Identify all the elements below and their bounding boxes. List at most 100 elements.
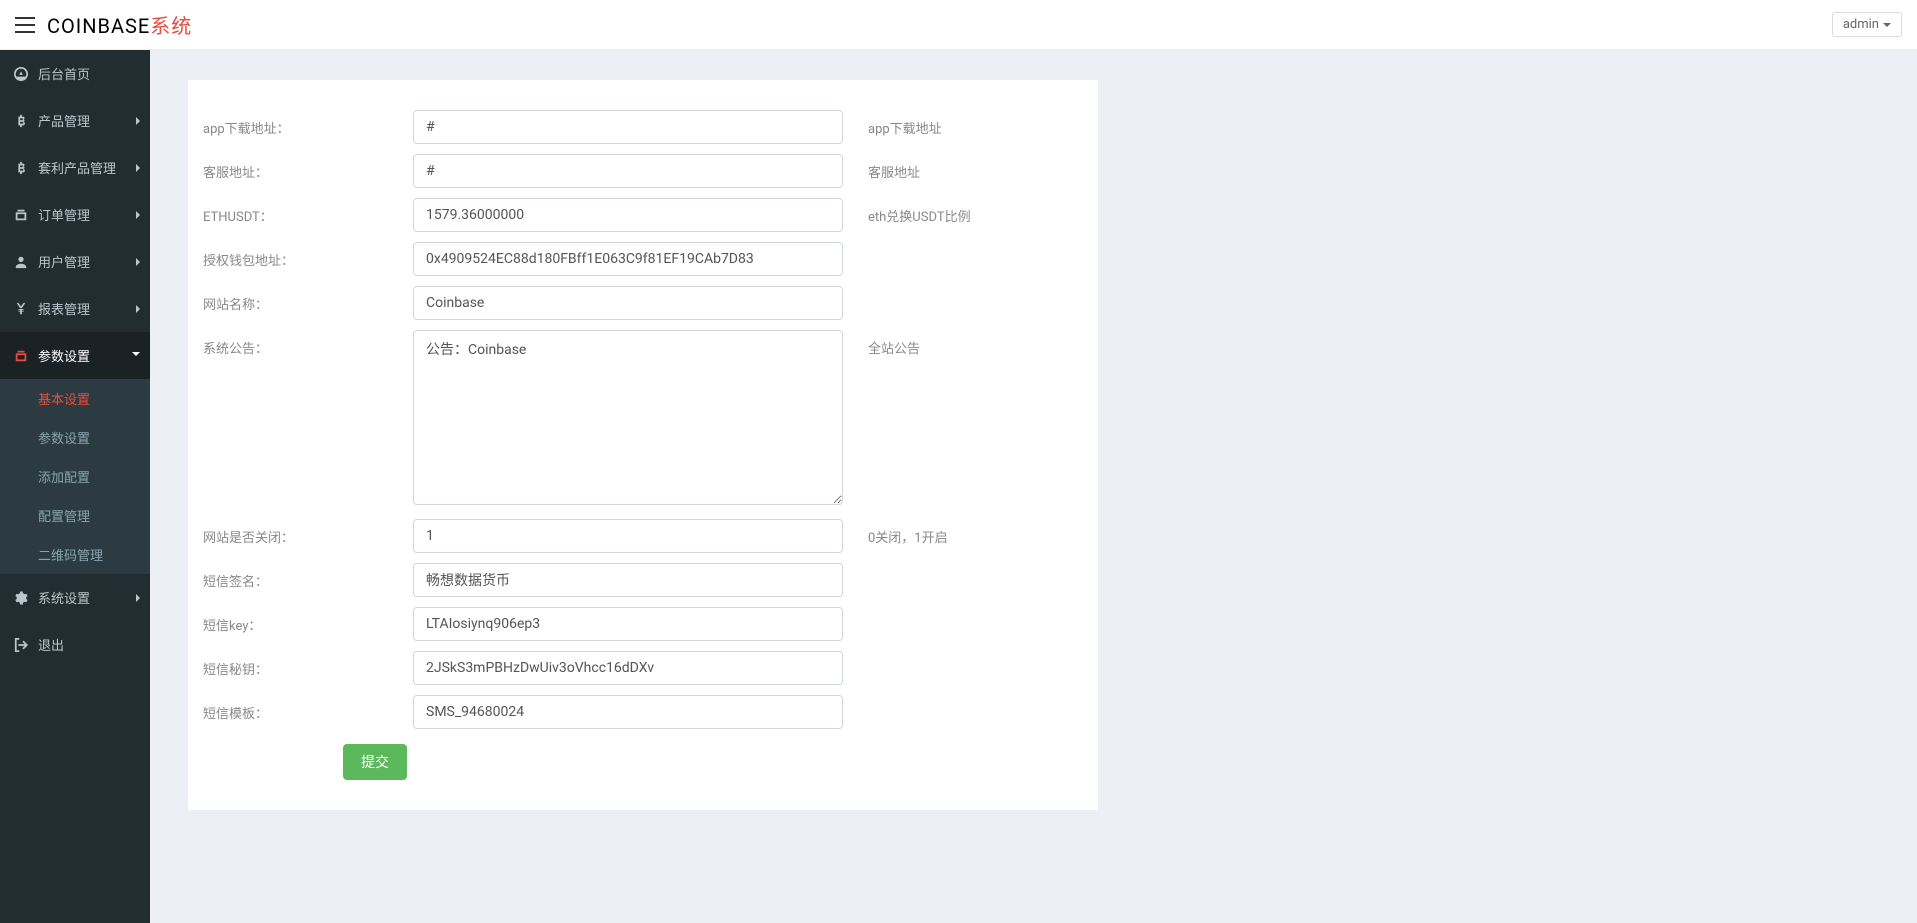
form-input-2[interactable] [413,198,843,232]
form-row-8: 短信key： [203,607,1083,641]
sidebar: 后台首页产品管理套利产品管理订单管理用户管理报表管理参数设置基本设置参数设置添加… [0,50,150,923]
form-input-7[interactable] [413,563,843,597]
form-input-wrap [413,242,843,276]
sidebar-item-label: 退出 [38,635,64,654]
sidebar-item-6[interactable]: 参数设置 [0,332,150,379]
form-help: 全站公告 [843,330,920,357]
sidebar-item-label: 系统设置 [38,588,90,607]
form-input-4[interactable] [413,286,843,320]
form-help: app下载地址 [843,110,942,137]
form-input-wrap [413,286,843,320]
form-input-6[interactable] [413,519,843,553]
bitcoin-icon [12,161,30,175]
hamburger-icon[interactable] [15,17,35,33]
header-left: COINBASE系统 [15,10,192,39]
chevron-right-icon [136,305,140,313]
chevron-right-icon [136,594,140,602]
chevron-right-icon [136,164,140,172]
sidebar-item-3[interactable]: 订单管理 [0,191,150,238]
sidebar-item-7[interactable]: 系统设置 [0,574,150,621]
form-label: 系统公告： [203,330,413,357]
submenu-item-0[interactable]: 基本设置 [0,379,150,418]
form-label: 短信模板： [203,695,413,722]
header-right: admin [1832,12,1902,37]
sidebar-item-4[interactable]: 用户管理 [0,238,150,285]
form-input-1[interactable] [413,154,843,188]
cogs-icon [12,591,30,605]
sidebar-item-2[interactable]: 套利产品管理 [0,144,150,191]
submenu: 基本设置参数设置添加配置配置管理二维码管理 [0,379,150,574]
chevron-right-icon [132,352,140,360]
form-row-1: 客服地址：客服地址 [203,154,1083,188]
header: COINBASE系统 admin [0,0,1917,50]
copy-icon [12,208,30,222]
dashboard-icon [12,67,30,81]
form-row-7: 短信签名： [203,563,1083,597]
form-row-3: 授权钱包地址： [203,242,1083,276]
sidebar-item-label: 用户管理 [38,252,90,271]
bitcoin-icon [12,114,30,128]
brand-sys: 系统 [150,14,192,38]
form-label: app下载地址： [203,110,413,137]
form-row-9: 短信秘钥： [203,651,1083,685]
form-input-wrap [413,519,843,553]
form-label: 客服地址： [203,154,413,181]
form-label: 授权钱包地址： [203,242,413,269]
form-row-0: app下载地址： app下载地址 [203,110,1083,144]
form-input-10[interactable] [413,695,843,729]
caret-down-icon [1883,23,1891,27]
sidebar-item-5[interactable]: 报表管理 [0,285,150,332]
sidebar-item-label: 套利产品管理 [38,158,116,177]
copy-icon [12,349,30,363]
form-label: 网站名称： [203,286,413,313]
form-row-6: 网站是否关闭： 0关闭，1开启 [203,519,1083,553]
form-label: 短信签名： [203,563,413,590]
form-input-8[interactable] [413,607,843,641]
form-panel: app下载地址： app下载地址客服地址：客服地址 ETHUSDT： eth兑换USD… [188,80,1098,810]
form-input-wrap [413,651,843,685]
sidebar-item-1[interactable]: 产品管理 [0,97,150,144]
sidebar-item-label: 订单管理 [38,205,90,224]
submenu-item-4[interactable]: 二维码管理 [0,535,150,574]
main: app下载地址： app下载地址客服地址：客服地址 ETHUSDT： eth兑换USD… [150,50,1917,840]
form-input-wrap [413,330,843,509]
sidebar-item-label: 参数设置 [38,346,90,365]
form-input-5[interactable] [413,330,843,505]
submit-button[interactable]: 提交 [343,744,407,780]
sidebar-item-8[interactable]: 退出 [0,621,150,668]
form-input-wrap [413,154,843,188]
yen-icon [12,302,30,316]
form-help: eth兑换USDT比例 [843,198,971,225]
user-menu[interactable]: admin [1832,12,1902,37]
form-input-wrap [413,607,843,641]
form-row-10: 短信模板： [203,695,1083,729]
form-input-wrap [413,563,843,597]
form-row-5: 系统公告： 全站公告 [203,330,1083,509]
form-help: 0关闭，1开启 [843,519,948,546]
form-row-2: ETHUSDT： eth兑换USDT比例 [203,198,1083,232]
form-label: 短信key： [203,607,413,634]
form-input-9[interactable] [413,651,843,685]
form-input-3[interactable] [413,242,843,276]
sidebar-item-label: 产品管理 [38,111,90,130]
form-label: ETHUSDT： [203,198,413,225]
chevron-right-icon [136,117,140,125]
form-label: 网站是否关闭： [203,519,413,546]
submenu-item-1[interactable]: 参数设置 [0,418,150,457]
form-input-0[interactable] [413,110,843,144]
sidebar-item-label: 报表管理 [38,299,90,318]
sidebar-item-label: 后台首页 [38,64,90,83]
signout-icon [12,638,30,652]
form-row-4: 网站名称： [203,286,1083,320]
brand-coinbase: COINBASE [47,14,150,38]
submenu-item-2[interactable]: 添加配置 [0,457,150,496]
submenu-item-3[interactable]: 配置管理 [0,496,150,535]
brand-title: COINBASE系统 [47,10,192,39]
chevron-right-icon [136,258,140,266]
chevron-right-icon [136,211,140,219]
form-input-wrap [413,198,843,232]
form-label: 短信秘钥： [203,651,413,678]
form-input-wrap [413,695,843,729]
sidebar-item-0[interactable]: 后台首页 [0,50,150,97]
form-input-wrap [413,110,843,144]
